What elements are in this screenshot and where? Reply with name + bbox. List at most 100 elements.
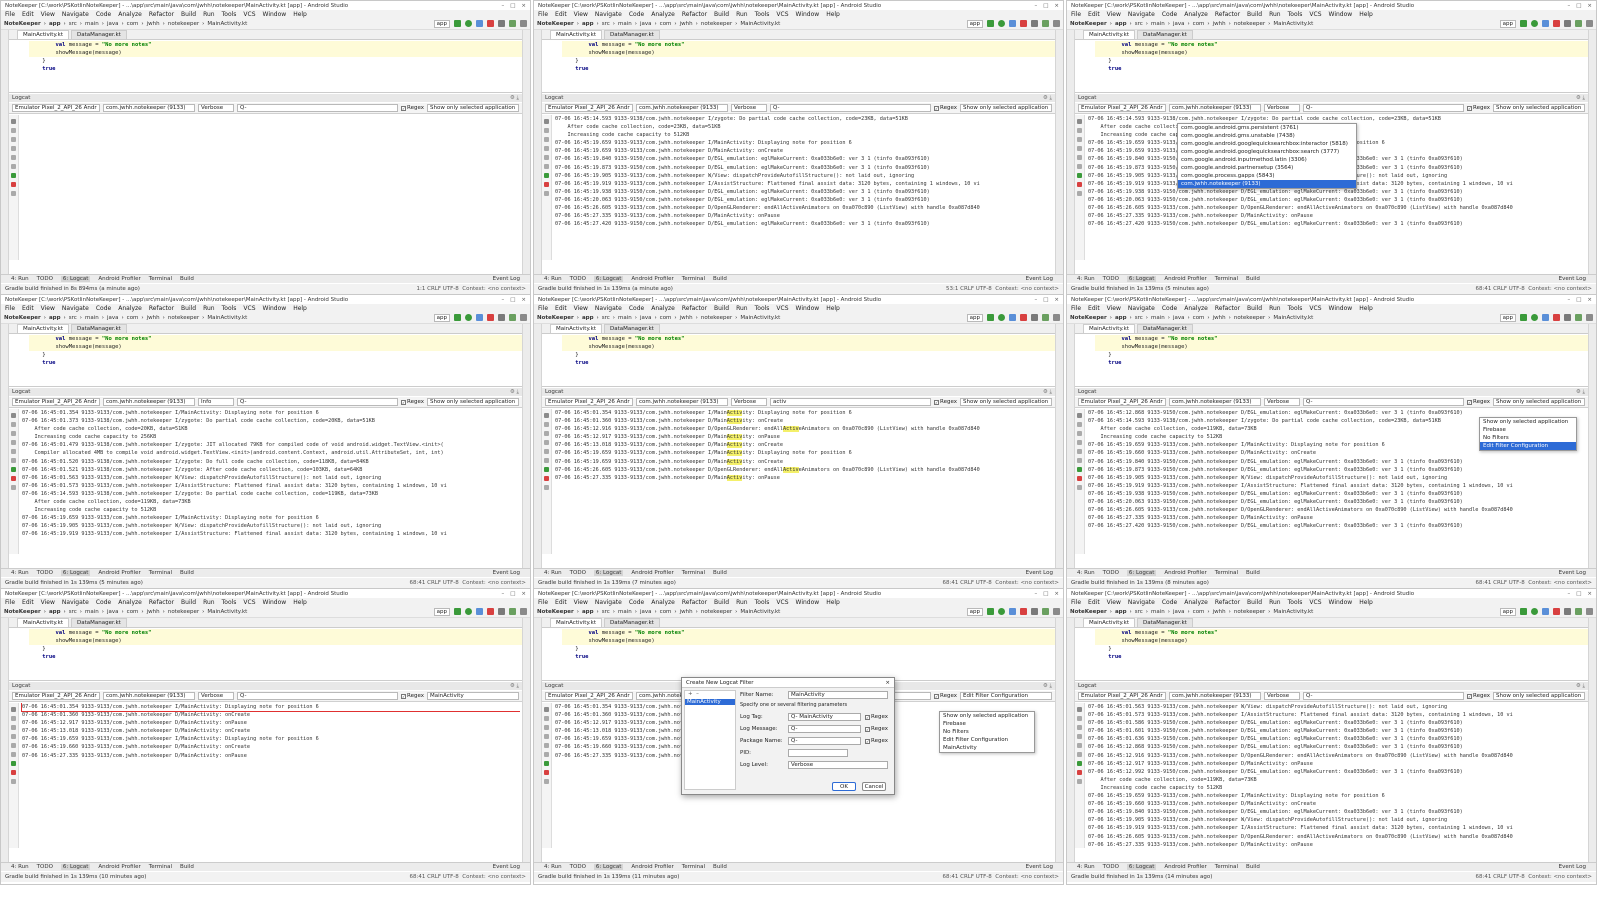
dropdown-option[interactable]: Show only selected application xyxy=(940,712,1034,720)
close-icon[interactable]: × xyxy=(885,678,890,687)
device-select[interactable]: Emulator Pixel_2_API_26 Andr xyxy=(1078,398,1166,406)
regex-checkbox[interactable]: ✓ Regex xyxy=(401,399,424,405)
logcat-search-input[interactable]: Q- xyxy=(1303,398,1464,406)
dropdown-option[interactable]: com.google.android.gms.unstable (7438) xyxy=(1178,132,1356,140)
menu-refactor[interactable]: Refactor xyxy=(1215,11,1240,18)
breadcrumb-file[interactable]: MainActivity.kt xyxy=(207,315,247,321)
right-tool-strip[interactable] xyxy=(1055,618,1063,862)
dropdown-option[interactable]: No Filters xyxy=(1480,434,1576,442)
stop-icon[interactable] xyxy=(11,476,16,481)
restart-icon[interactable] xyxy=(11,752,16,757)
close-button[interactable]: × xyxy=(1587,591,1592,597)
process-select[interactable]: com.jwhh.notekeeper (9133) xyxy=(1169,104,1261,112)
tab-event-log[interactable]: Event Log xyxy=(1559,570,1586,576)
code-editor[interactable]: val message = "No more notes" showMessag… xyxy=(9,629,522,681)
restart-icon[interactable] xyxy=(544,164,549,169)
menu-analyze[interactable]: Analyze xyxy=(651,11,675,18)
restart-icon[interactable] xyxy=(11,458,16,463)
tab-datamanager[interactable]: DataManager.kt xyxy=(71,324,127,333)
filter-list-item[interactable]: MainActivity xyxy=(685,699,735,705)
breadcrumb-java[interactable]: java xyxy=(1173,609,1185,615)
tab-todo[interactable]: TODO xyxy=(37,570,53,576)
tab-android-profiler[interactable]: Android Profiler xyxy=(98,570,140,576)
menu-tools[interactable]: Tools xyxy=(222,599,237,606)
avd-manager-icon[interactable] xyxy=(1042,20,1049,27)
stop-icon[interactable] xyxy=(544,770,549,775)
menu-vcs[interactable]: VCS xyxy=(776,305,788,312)
menu-build[interactable]: Build xyxy=(714,11,729,18)
search-everywhere-icon[interactable] xyxy=(520,20,527,27)
avd-manager-icon[interactable] xyxy=(1042,314,1049,321)
breadcrumb-java[interactable]: java xyxy=(107,21,119,27)
clear-log-icon[interactable] xyxy=(544,413,549,418)
screenshot-icon[interactable] xyxy=(544,173,549,178)
tab-run[interactable]: 4: Run xyxy=(544,276,562,282)
breadcrumb-java[interactable]: java xyxy=(107,609,119,615)
close-button[interactable]: × xyxy=(1054,297,1059,303)
debug-icon[interactable] xyxy=(1531,314,1538,321)
run-config-select[interactable]: app xyxy=(966,314,983,322)
log-level-select[interactable]: Verbose xyxy=(731,398,767,406)
tab-datamanager[interactable]: DataManager.kt xyxy=(604,30,660,39)
dropdown-option[interactable]: com.jwhh.notekeeper (9133) xyxy=(1178,180,1356,188)
tab-mainactivity[interactable]: MainActivity.kt xyxy=(17,30,70,39)
menu-code[interactable]: Code xyxy=(96,11,111,18)
tab-logcat[interactable]: 6: Logcat xyxy=(60,864,91,870)
stop-icon[interactable] xyxy=(1077,182,1082,187)
breadcrumb-com[interactable]: com xyxy=(1193,609,1205,615)
process-select[interactable]: com.jwhh.notekeeper (9133) xyxy=(636,104,728,112)
left-tool-strip[interactable] xyxy=(1,618,9,862)
menu-vcs[interactable]: VCS xyxy=(1309,305,1321,312)
process-select[interactable]: com.jwhh.notekeeper (9133) xyxy=(1169,692,1261,700)
filter-config-select[interactable]: Show only selected application xyxy=(1493,398,1585,406)
tab-run[interactable]: 4: Run xyxy=(1077,570,1095,576)
breadcrumb-jwhh[interactable]: jwhh xyxy=(680,315,693,321)
minimize-button[interactable]: – xyxy=(1567,591,1570,597)
tab-mainactivity[interactable]: MainActivity.kt xyxy=(17,324,70,333)
right-tool-strip[interactable] xyxy=(522,30,530,274)
run-icon[interactable] xyxy=(1520,608,1527,615)
tab-android-profiler[interactable]: Android Profiler xyxy=(1164,864,1206,870)
sync-icon[interactable] xyxy=(498,608,505,615)
menu-file[interactable]: File xyxy=(538,305,548,312)
tab-logcat[interactable]: 6: Logcat xyxy=(593,570,624,576)
menu-navigate[interactable]: Navigate xyxy=(1128,599,1155,606)
tab-build[interactable]: Build xyxy=(1246,570,1260,576)
breadcrumb-java[interactable]: java xyxy=(1173,21,1185,27)
menu-build[interactable]: Build xyxy=(181,305,196,312)
settings-icon[interactable] xyxy=(1077,779,1082,784)
ok-button[interactable]: OK xyxy=(832,782,856,791)
breadcrumb-module[interactable]: app xyxy=(582,315,594,321)
logcat-search-input[interactable]: Q- xyxy=(1303,692,1464,700)
debug-icon[interactable] xyxy=(1531,20,1538,27)
breadcrumb-notekeeper[interactable]: notekeeper xyxy=(168,315,199,321)
menu-help[interactable]: Help xyxy=(293,11,307,18)
menu-code[interactable]: Code xyxy=(1162,11,1177,18)
menu-run[interactable]: Run xyxy=(203,305,215,312)
menu-file[interactable]: File xyxy=(538,11,548,18)
search-everywhere-icon[interactable] xyxy=(1053,314,1060,321)
close-button[interactable]: × xyxy=(1587,297,1592,303)
stop-icon[interactable] xyxy=(1077,476,1082,481)
menu-tools[interactable]: Tools xyxy=(1288,305,1303,312)
print-icon[interactable] xyxy=(11,155,16,160)
device-select[interactable]: Emulator Pixel_2_API_26 Andr xyxy=(1078,692,1166,700)
device-select[interactable]: Emulator Pixel_2_API_26 Andr xyxy=(545,692,633,700)
restart-icon[interactable] xyxy=(1077,458,1082,463)
menu-help[interactable]: Help xyxy=(1359,599,1373,606)
log-level-select[interactable]: Info xyxy=(198,398,234,406)
breadcrumb-main[interactable]: main xyxy=(85,21,99,27)
logcat-search-input[interactable]: Q- xyxy=(237,104,398,112)
right-tool-strip[interactable] xyxy=(522,324,530,568)
menu-tools[interactable]: Tools xyxy=(222,305,237,312)
run-icon[interactable] xyxy=(1520,20,1527,27)
debug-icon[interactable] xyxy=(998,608,1005,615)
menu-navigate[interactable]: Navigate xyxy=(1128,11,1155,18)
breadcrumb-src[interactable]: src xyxy=(69,21,77,27)
breadcrumb-notekeeper[interactable]: notekeeper xyxy=(168,21,199,27)
search-everywhere-icon[interactable] xyxy=(1586,314,1593,321)
breadcrumb-src[interactable]: src xyxy=(602,315,610,321)
regex-checkbox[interactable]: ✓ Regex xyxy=(1467,693,1490,699)
logcat-search-input[interactable]: Q- xyxy=(237,398,398,406)
breadcrumb-project[interactable]: NoteKeeper xyxy=(537,315,574,321)
